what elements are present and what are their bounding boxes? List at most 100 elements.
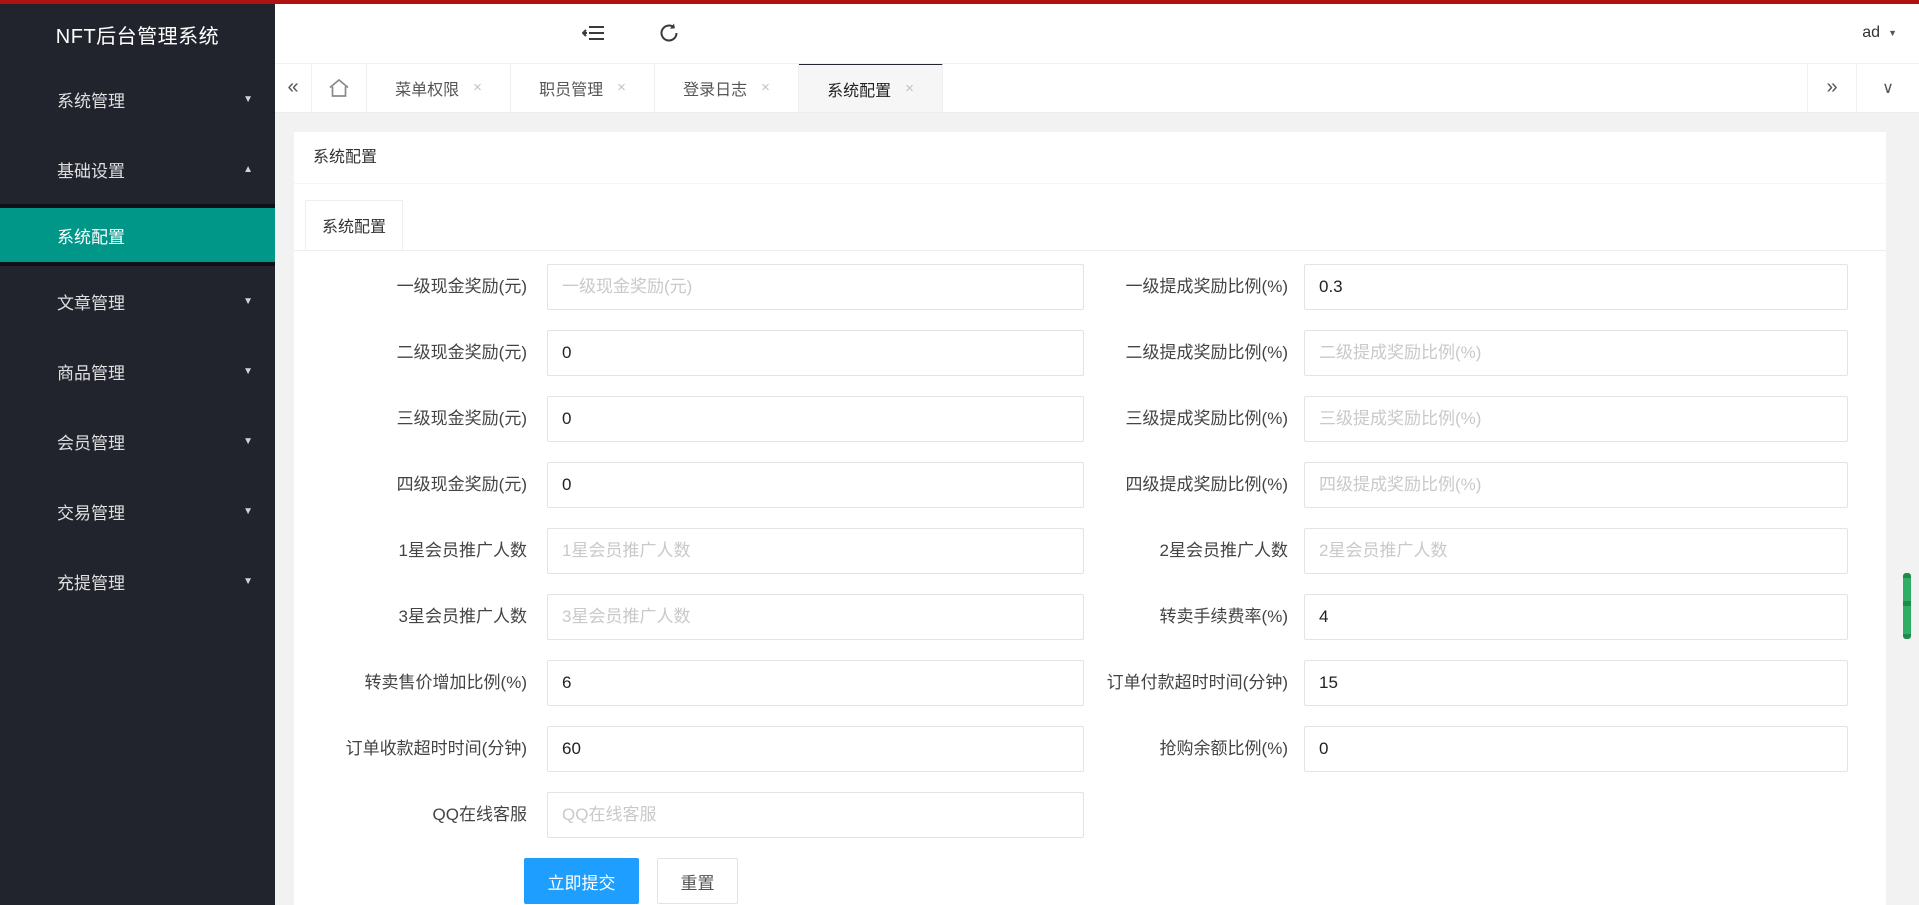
field-gap [1288, 528, 1304, 574]
field-gap [527, 462, 547, 508]
sidebar-item-label: 交易管理 [57, 499, 243, 524]
refresh-icon [658, 22, 680, 44]
sidebar-submenu-item-1[interactable]: 系统配置 [0, 208, 275, 262]
inner-tabs: 系统配置 [294, 200, 1886, 251]
form-input-left-1[interactable] [547, 264, 1084, 310]
form-row: 转卖售价增加比例(%)订单付款超时时间(分钟) [294, 660, 1886, 706]
inner-tab-system-config[interactable]: 系统配置 [305, 200, 403, 250]
tabbar-spacer [943, 63, 1807, 112]
form-row: 订单收款超时时间(分钟)抢购余额比例(%) [294, 726, 1886, 772]
sidebar-item-label: 文章管理 [57, 289, 243, 314]
form-input-right-4[interactable] [1304, 462, 1848, 508]
settings-form: 一级现金奖励(元)一级提成奖励比例(%) 二级现金奖励(元) 二级提成奖励比例(%)… [294, 251, 1886, 904]
chevron-down-icon: ▼ [243, 576, 253, 587]
tabs-scroll-right-button[interactable]: » [1807, 63, 1856, 112]
tab-close-icon[interactable]: × [761, 79, 770, 96]
sidebar-item-label: 商品管理 [57, 359, 243, 384]
form-row: 四级现金奖励(元) 四级提成奖励比例(%) [294, 462, 1886, 508]
vertical-scrollbar-thumb[interactable] [1903, 573, 1911, 639]
form-input-left-6[interactable] [547, 594, 1084, 640]
sidebar: NFT后台管理系统 系统管理▼基础设置▲系统配置文章管理▼商品管理▼会员管理▼交… [0, 4, 275, 905]
form-row: 二级现金奖励(元) 二级提成奖励比例(%) [294, 330, 1886, 376]
form-input-left-2[interactable] [547, 330, 1084, 376]
chevron-up-icon: ▲ [243, 164, 253, 175]
collapse-sidebar-button[interactable] [573, 4, 615, 62]
tab-label: 登录日志 [683, 76, 747, 100]
form-label: 一级提成奖励比例(%) [1084, 264, 1288, 310]
sidebar-item-6[interactable]: 交易管理▼ [0, 476, 275, 546]
chevron-down-icon: ▼ [243, 436, 253, 447]
main-content: 系统配置 系统配置 一级现金奖励(元)一级提成奖励比例(%)二级现金奖励(元)二… [275, 113, 1919, 905]
sidebar-menu: 系统管理▼基础设置▲系统配置文章管理▼商品管理▼会员管理▼交易管理▼充提管理▼ [0, 64, 275, 616]
sidebar-item-label: 基础设置 [57, 157, 243, 182]
form-row: 1星会员推广人数2星会员推广人数 [294, 528, 1886, 574]
field-gap [527, 528, 547, 574]
caret-down-icon: ▼ [1888, 28, 1897, 38]
settings-card: 系统配置 系统配置 一级现金奖励(元)一级提成奖励比例(%)二级现金奖励(元)二… [294, 132, 1886, 905]
form-label: 抢购余额比例(%) [1084, 726, 1288, 772]
form-label: 二级现金奖励(元) [294, 330, 527, 376]
form-row: 三级现金奖励(元)三级提成奖励比例(%) [294, 396, 1886, 442]
form-label: 1星会员推广人数 [294, 528, 527, 574]
form-input-right-5[interactable] [1304, 528, 1848, 574]
form-input-left-7[interactable] [547, 660, 1084, 706]
home-tab-button[interactable] [312, 63, 367, 112]
top-accent-strip [0, 0, 1919, 4]
form-row: 3星会员推广人数转卖手续费率(%) [294, 594, 1886, 640]
tabbar: « 菜单权限×职员管理×登录日志×系统配置× » ∨ [275, 63, 1919, 113]
form-input-right-2[interactable] [1304, 330, 1848, 376]
field-gap [527, 660, 547, 706]
tab-close-icon[interactable]: × [473, 79, 482, 96]
form-input-right-7[interactable] [1304, 660, 1848, 706]
submit-button[interactable]: 立即提交 [524, 858, 639, 904]
tab-2[interactable]: 职员管理 × [511, 63, 655, 112]
tab-label: 菜单权限 [395, 76, 459, 100]
form-buttons: 立即提交重置 [294, 858, 1886, 904]
field-gap [1288, 594, 1304, 640]
sidebar-item-2[interactable]: 基础设置▲ [0, 134, 275, 204]
form-input-left-4[interactable] [547, 462, 1084, 508]
form-label: 二级提成奖励比例(%) [1084, 330, 1288, 376]
tab-close-icon[interactable]: × [617, 79, 626, 96]
tab-close-icon[interactable]: × [905, 80, 914, 97]
form-input-right-8[interactable] [1304, 726, 1848, 772]
tabs-scroll-left-button[interactable]: « [275, 63, 312, 112]
form-label: 四级现金奖励(元) [294, 462, 527, 508]
form-input-left-5[interactable] [547, 528, 1084, 574]
form-label: 3星会员推广人数 [294, 594, 527, 640]
sidebar-item-label: 会员管理 [57, 429, 243, 454]
tabs-actions-button[interactable]: ∨ [1856, 63, 1919, 112]
form-label: 四级提成奖励比例(%) [1084, 462, 1288, 508]
topbar: ad ▼ [275, 4, 1919, 64]
chevron-down-icon: ▼ [243, 506, 253, 517]
outdent-icon [582, 23, 606, 43]
chevron-down-icon: ▼ [243, 94, 253, 105]
app-title: NFT后台管理系统 [0, 4, 275, 64]
tab-4[interactable]: 系统配置× [799, 63, 943, 112]
sidebar-item-3[interactable]: 文章管理▼ [0, 266, 275, 336]
tab-3[interactable]: 登录日志 × [655, 63, 799, 112]
field-gap [1288, 330, 1304, 376]
sidebar-item-7[interactable]: 充提管理▼ [0, 546, 275, 616]
field-gap [527, 264, 547, 310]
sidebar-item-5[interactable]: 会员管理▼ [0, 406, 275, 476]
user-menu[interactable]: ad ▼ [1862, 4, 1897, 62]
form-label: 转卖售价增加比例(%) [294, 660, 527, 706]
form-input-right-1[interactable] [1304, 264, 1848, 310]
tab-1[interactable]: 菜单权限 × [367, 63, 511, 112]
form-input-left-8[interactable] [547, 726, 1084, 772]
refresh-button[interactable] [648, 4, 690, 62]
reset-button[interactable]: 重置 [657, 858, 738, 904]
field-gap [1288, 726, 1304, 772]
form-input-right-3[interactable] [1304, 396, 1848, 442]
field-gap [1288, 396, 1304, 442]
tab-label: 职员管理 [539, 76, 603, 100]
form-input-right-6[interactable] [1304, 594, 1848, 640]
sidebar-item-1[interactable]: 系统管理▼ [0, 64, 275, 134]
form-input-left-9[interactable] [547, 792, 1084, 838]
form-input-left-3[interactable] [547, 396, 1084, 442]
field-gap [1288, 462, 1304, 508]
sidebar-item-4[interactable]: 商品管理▼ [0, 336, 275, 406]
form-label: 三级提成奖励比例(%) [1084, 396, 1288, 442]
form-row: 一级现金奖励(元)一级提成奖励比例(%) [294, 264, 1886, 310]
